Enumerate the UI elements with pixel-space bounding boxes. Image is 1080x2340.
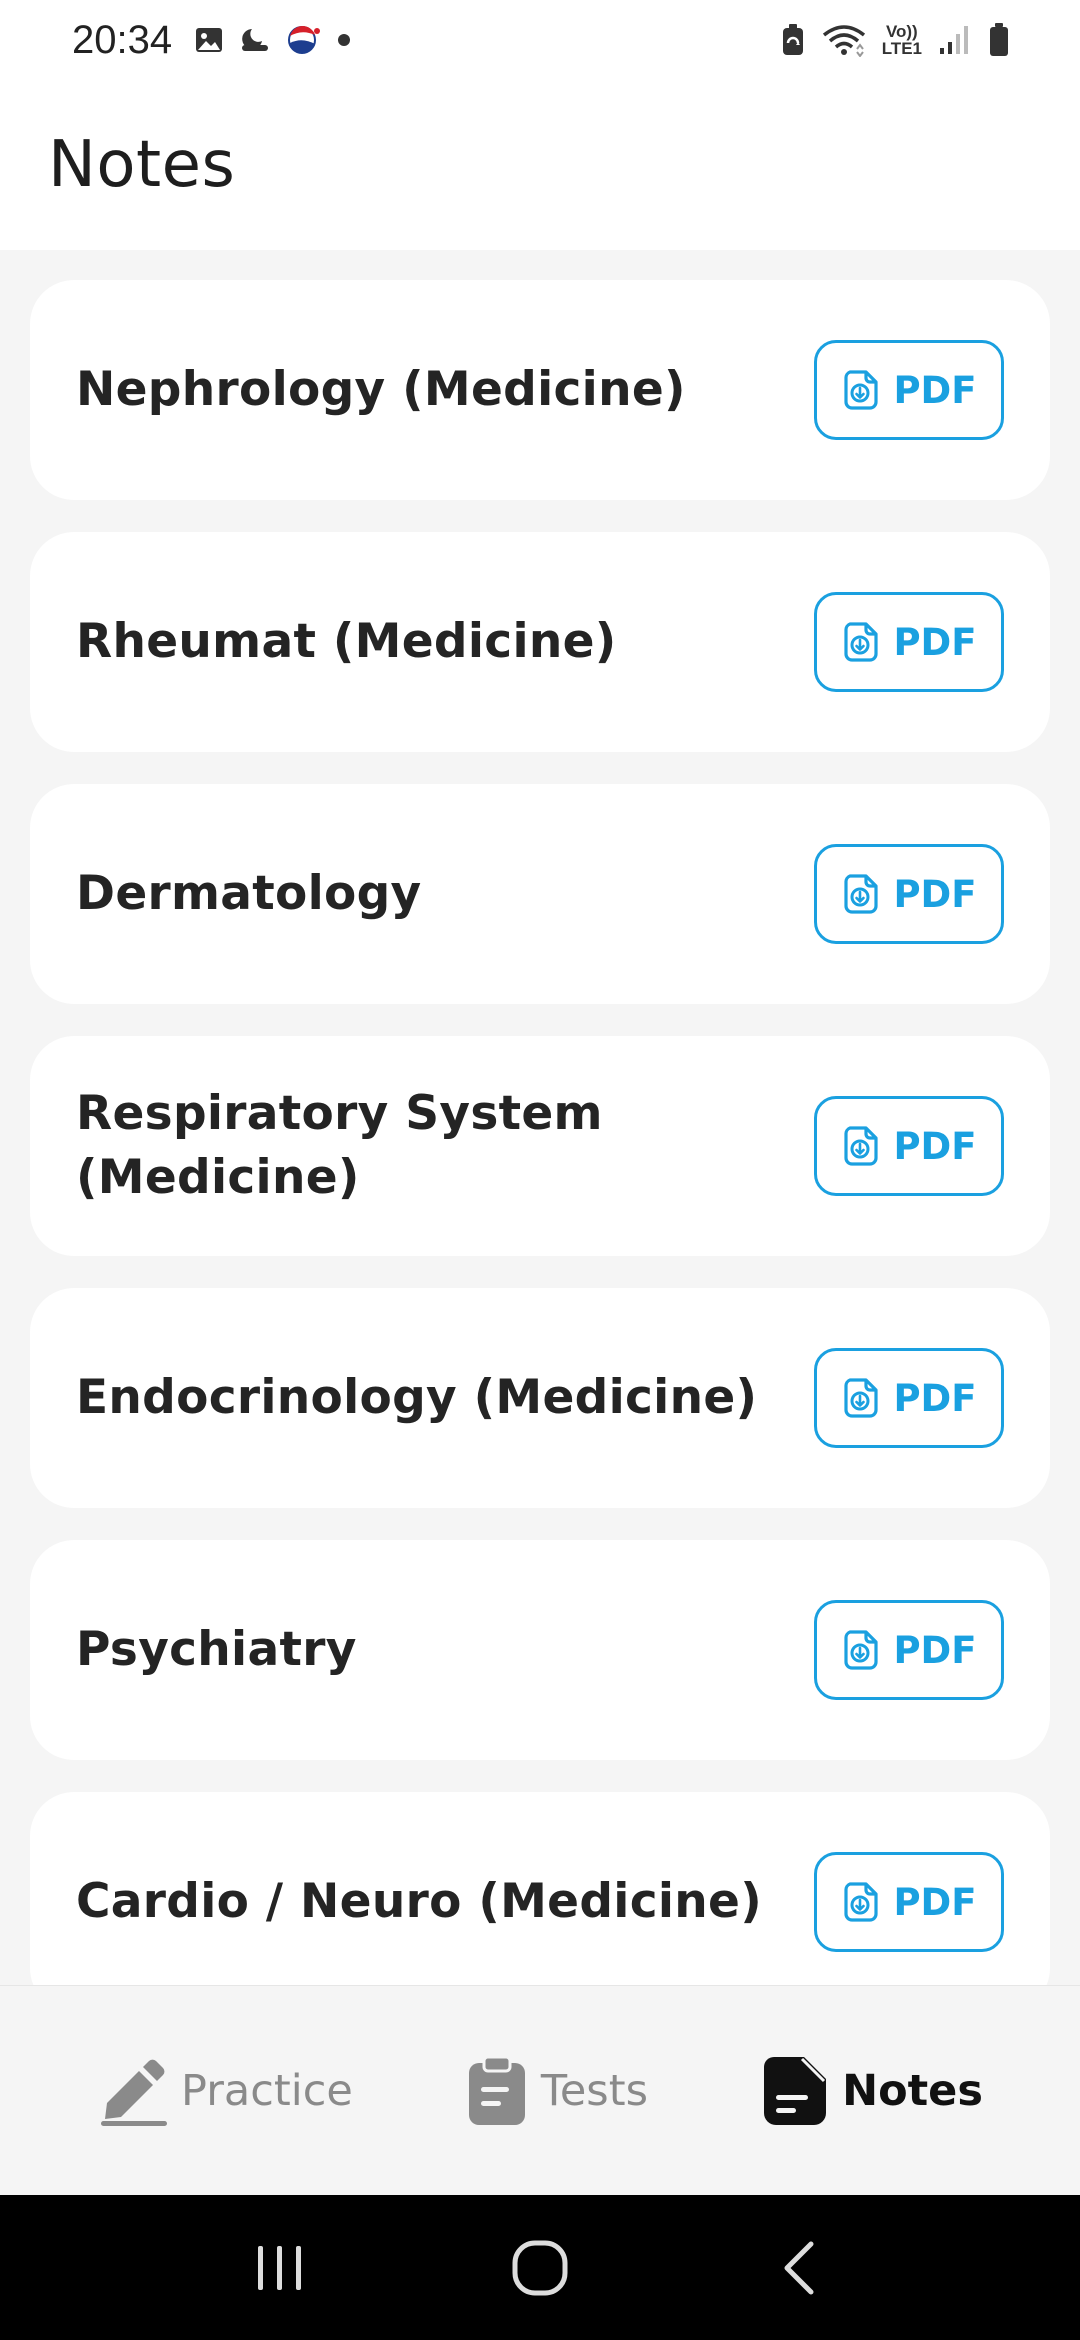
note-title: Rheumat (Medicine) [76,614,617,669]
pdf-label: PDF [893,872,977,916]
note-card[interactable]: Nephrology (Medicine) PDF [30,280,1050,500]
nav-item-notes[interactable]: Notes [762,2055,983,2127]
pencil-icon [97,2055,168,2127]
file-download-icon [841,1629,881,1671]
pdf-download-button[interactable]: PDF [814,1852,1004,1952]
nav-item-tests[interactable]: Tests [467,2055,648,2127]
bottom-nav: Practice Tests Notes [0,1985,1080,2195]
pepsi-icon [286,23,321,57]
status-right: Vo)) LTE1 [780,22,1010,58]
weather-icon [238,25,272,55]
pdf-download-button[interactable]: PDF [814,1096,1004,1196]
file-download-icon [841,1377,881,1419]
pdf-download-button[interactable]: PDF [814,340,1004,440]
note-title: Cardio / Neuro (Medicine) [76,1874,762,1929]
dot-icon [334,30,354,50]
note-title: Respiratory System (Medicine) [76,1086,603,1205]
notes-list[interactable]: Nephrology (Medicine) PDF Rheumat (Medic… [0,250,1080,1985]
lte-bottom-label: LTE1 [881,39,922,58]
note-title: Psychiatry [76,1622,357,1677]
note-title: Dermatology [76,866,422,921]
signal-icon [938,24,972,56]
nav-item-practice[interactable]: Practice [97,2055,353,2127]
page-title: Notes [48,128,236,202]
note-card[interactable]: Rheumat (Medicine) PDF [30,532,1050,752]
pdf-label: PDF [893,1376,977,1420]
pdf-label: PDF [893,620,977,664]
note-card[interactable]: Cardio / Neuro (Medicine) PDF [30,1792,1050,1985]
status-left: 20:34 [72,18,354,63]
status-notification-icons [194,23,354,57]
file-download-icon [841,1125,881,1167]
file-download-icon [841,369,881,411]
nav-label-tests: Tests [540,2065,648,2116]
home-button[interactable] [495,2223,585,2313]
note-card[interactable]: Dermatology PDF [30,784,1050,1004]
file-download-icon [841,873,881,915]
note-title: Nephrology (Medicine) [76,362,686,417]
back-button[interactable] [755,2223,845,2313]
system-nav-bar [0,2195,1080,2340]
notes-icon [762,2055,828,2127]
note-card[interactable]: Respiratory System (Medicine) PDF [30,1036,1050,1256]
pdf-label: PDF [893,1880,977,1924]
pdf-download-button[interactable]: PDF [814,592,1004,692]
wifi-icon [822,23,866,57]
note-card[interactable]: Endocrinology (Medicine) PDF [30,1288,1050,1508]
status-bar: 20:34 Vo)) LTE1 [0,0,1080,80]
nav-label-notes: Notes [842,2065,983,2116]
clipboard-icon [467,2055,527,2127]
screen: 20:34 Vo)) LTE1 Notes Nephrology (Medici… [0,0,1080,2340]
lte-icon: Vo)) LTE1 [882,23,922,57]
file-download-icon [841,621,881,663]
note-card[interactable]: Psychiatry PDF [30,1540,1050,1760]
battery-icon [988,22,1010,58]
image-icon [194,25,224,55]
nav-label-practice: Practice [181,2065,353,2116]
header: Notes [0,80,1080,250]
status-time: 20:34 [72,17,173,62]
pdf-download-button[interactable]: PDF [814,844,1004,944]
recent-apps-button[interactable] [235,2223,325,2313]
pdf-download-button[interactable]: PDF [814,1600,1004,1700]
battery-saver-icon [780,23,806,57]
note-title: Endocrinology (Medicine) [76,1370,758,1425]
pdf-label: PDF [893,368,977,412]
pdf-download-button[interactable]: PDF [814,1348,1004,1448]
pdf-label: PDF [893,1124,977,1168]
file-download-icon [841,1881,881,1923]
pdf-label: PDF [893,1628,977,1672]
lte-top-label: Vo)) [885,22,918,41]
